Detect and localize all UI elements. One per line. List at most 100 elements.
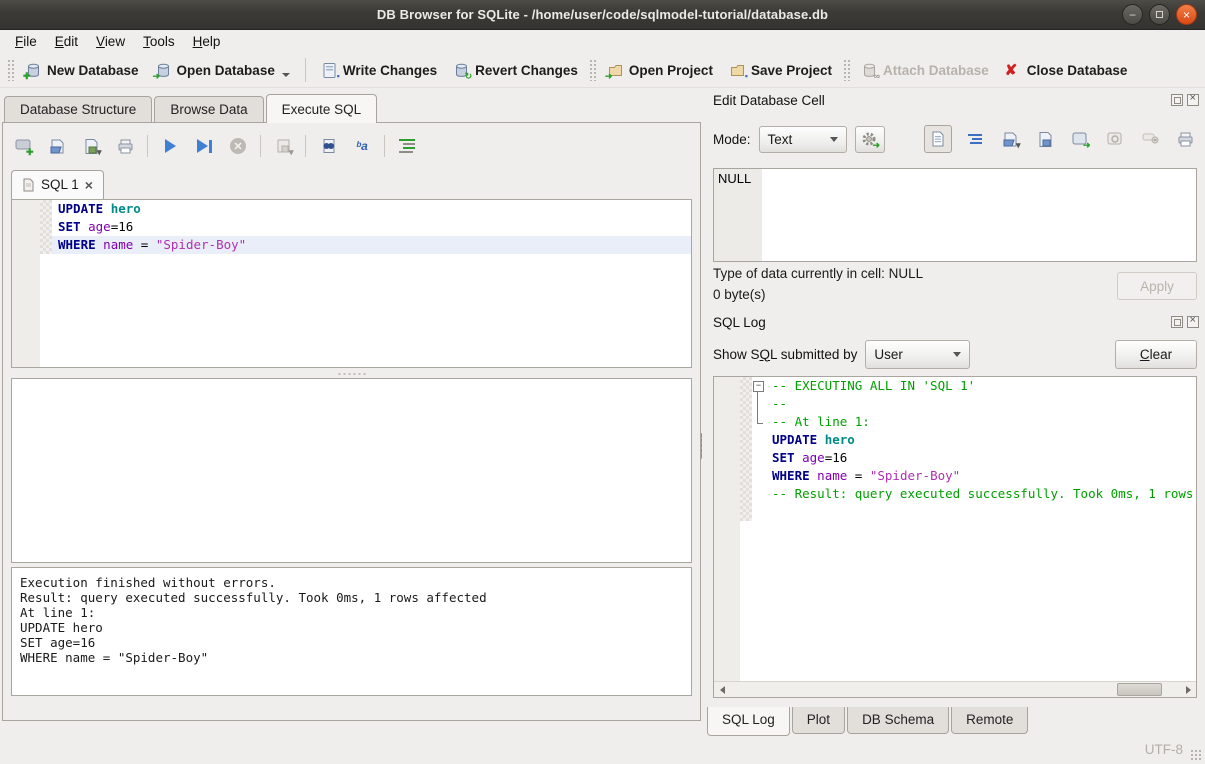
open-link-button [1103, 127, 1127, 151]
text-mode-button[interactable] [924, 125, 952, 153]
tab-db-schema[interactable]: DB Schema [847, 707, 949, 734]
tab-remote[interactable]: Remote [951, 707, 1028, 734]
format-sql-button[interactable] [395, 134, 419, 158]
close-database-button[interactable]: ✘ Close Database [997, 58, 1136, 83]
new-sql-tab-button[interactable]: ✚ [11, 134, 35, 158]
scroll-right-icon[interactable] [1180, 682, 1196, 697]
window-title: DB Browser for SQLite - /home/user/code/… [377, 7, 828, 22]
save-sql-file-button[interactable]: ▾ [79, 134, 103, 158]
log-line: 4 UPDATE hero [714, 431, 1196, 449]
close-tab-icon[interactable]: × [85, 178, 93, 192]
apply-button: Apply [1117, 272, 1197, 300]
open-database-dropdown-icon[interactable] [282, 73, 290, 77]
scroll-left-icon[interactable] [714, 682, 730, 697]
maximize-icon[interactable] [1149, 4, 1170, 25]
import-file-button[interactable]: ▾ [998, 127, 1022, 151]
scrollbar-thumb[interactable] [1117, 683, 1162, 696]
fold-margin [752, 467, 766, 485]
toolbar-drag-handle[interactable] [589, 59, 596, 81]
menu-help[interactable]: Help [184, 32, 230, 51]
fold-line-end [752, 413, 766, 431]
dock-tab-bar: SQL Log Plot DB Schema Remote [707, 707, 1205, 735]
save-file-button[interactable] [1033, 127, 1057, 151]
fold-margin [740, 431, 752, 449]
mode-label: Mode: [713, 132, 751, 147]
fold-margin [40, 218, 52, 236]
replace-button[interactable]: ᵇa [350, 134, 374, 158]
find-button[interactable] [316, 134, 340, 158]
fold-margin [752, 485, 766, 503]
print-button[interactable] [113, 134, 137, 158]
cell-info: Type of data currently in cell: NULL 0 b… [713, 260, 1197, 310]
print-cell-button[interactable] [1173, 127, 1197, 151]
log-line: 1 -- EXECUTING ALL IN 'SQL 1' [714, 377, 1196, 395]
export-file-button[interactable]: ➜ [1068, 127, 1092, 151]
horizontal-splitter[interactable] [11, 370, 692, 378]
execute-current-line-icon [197, 139, 212, 153]
tab-browse-data[interactable]: Browse Data [154, 96, 263, 123]
tab-execute-sql[interactable]: Execute SQL [266, 94, 378, 123]
revert-changes-button[interactable]: ↻ Revert Changes [445, 58, 586, 83]
mode-select[interactable]: Text [759, 126, 847, 153]
execute-current-line-button[interactable] [192, 134, 216, 158]
fold-collapse-icon[interactable] [752, 377, 766, 395]
resize-grip-icon[interactable] [1190, 749, 1202, 761]
results-grid[interactable] [11, 378, 692, 563]
log-filter-value: User [874, 347, 903, 362]
open-project-button[interactable]: ➜ Open Project [599, 58, 721, 83]
save-project-button[interactable]: ▪ Save Project [721, 58, 840, 83]
scrollbar-track[interactable] [730, 682, 1180, 697]
editor-line[interactable]: 2 SET age=16 [12, 218, 691, 236]
titlebar[interactable]: DB Browser for SQLite - /home/user/code/… [0, 0, 1205, 30]
minimize-icon[interactable]: − [1122, 4, 1143, 25]
float-panel-icon[interactable] [1171, 94, 1183, 106]
menu-tools[interactable]: Tools [134, 32, 184, 51]
tab-sql-log[interactable]: SQL Log [707, 707, 790, 736]
fold-margin [752, 449, 766, 467]
new-database-button[interactable]: ✚ New Database [17, 58, 147, 83]
attach-database-icon: ∞ [861, 62, 878, 79]
execute-all-button[interactable] [158, 134, 182, 158]
cell-value-editor[interactable]: NULL [713, 168, 1197, 262]
editor-line-current[interactable]: 3 WHERE name = "Spider-Boy" [12, 236, 691, 254]
word-wrap-button[interactable] [963, 127, 987, 151]
toolbar-drag-handle[interactable] [843, 59, 850, 81]
open-sql-file-button[interactable] [45, 134, 69, 158]
fold-margin [740, 377, 752, 395]
close-panel-icon[interactable] [1187, 316, 1199, 328]
menu-view[interactable]: View [87, 32, 134, 51]
toolbar-drag-handle[interactable] [7, 59, 14, 81]
horizontal-scrollbar[interactable] [714, 681, 1196, 697]
menu-file[interactable]: File [6, 32, 46, 51]
revert-changes-label: Revert Changes [475, 63, 578, 78]
log-line: 8 [714, 503, 1196, 521]
stop-icon: ✕ [230, 138, 246, 154]
save-project-icon: ▪ [729, 62, 746, 79]
sql-log-viewer[interactable]: 1 -- EXECUTING ALL IN 'SQL 1' 2 -- 3 -- … [713, 376, 1197, 698]
tab-plot[interactable]: Plot [792, 707, 845, 734]
tab-database-structure[interactable]: Database Structure [4, 96, 152, 123]
fold-margin [40, 236, 52, 254]
cell-editor-gutter: NULL [714, 169, 762, 261]
new-sql-tab-icon: ✚ [15, 138, 32, 155]
open-database-button[interactable]: ➜ Open Database [147, 58, 298, 83]
sql-file-tab[interactable]: SQL 1 × [11, 170, 104, 199]
menu-edit[interactable]: Edit [46, 32, 87, 51]
word-wrap-icon [968, 134, 982, 144]
import-file-icon: ▾ [1002, 131, 1019, 148]
editor-line[interactable]: 1 UPDATE hero [12, 200, 691, 218]
sql-editor[interactable]: 1 UPDATE hero 2 SET age=16 3 WHERE name … [11, 199, 692, 368]
main-area: Database Structure Browse Data Execute S… [0, 88, 1205, 735]
write-changes-button[interactable]: ▪ Write Changes [313, 58, 445, 83]
attach-database-label: Attach Database [883, 63, 989, 78]
float-panel-icon[interactable] [1171, 316, 1183, 328]
log-filter-select[interactable]: User [865, 340, 970, 369]
sql-log-title: SQL Log [713, 315, 766, 330]
close-panel-icon[interactable] [1187, 94, 1199, 106]
edit-cell-header: Edit Database Cell [713, 93, 1199, 111]
fold-margin [752, 503, 766, 521]
close-icon[interactable]: × [1176, 4, 1197, 25]
clear-log-button[interactable]: Clear [1115, 340, 1197, 369]
auto-apply-button[interactable]: ➜ [855, 126, 885, 153]
execution-messages[interactable]: Execution finished without errors. Resul… [11, 567, 692, 696]
